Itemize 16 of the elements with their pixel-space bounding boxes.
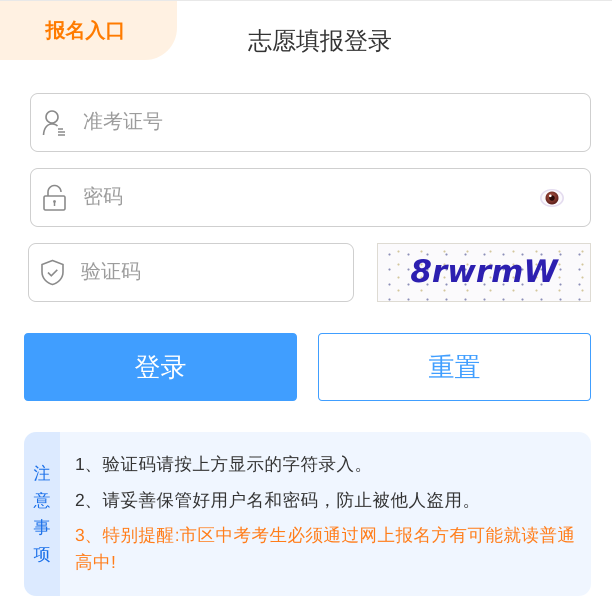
- lock-icon: [42, 184, 67, 211]
- warning-notice-text: 3、特别提醒:市区中考考生必须通过网上报名方有可能就读普通高中!: [75, 524, 577, 574]
- notice-text: 1、验证码请按上方显示的字符录入。: [75, 453, 374, 476]
- captcha-image[interactable]: 8rwrmW: [377, 243, 591, 302]
- notice-heading: 注意事项: [34, 462, 50, 566]
- password-field[interactable]: 密码: [30, 168, 591, 227]
- notice-text: 2、请妥善保管好用户名和密码，防止被他人盗用。: [75, 488, 482, 512]
- eye-icon[interactable]: [540, 188, 564, 208]
- user-icon: [42, 109, 67, 136]
- shield-icon: [40, 259, 65, 286]
- login-button[interactable]: 登录: [24, 333, 297, 401]
- reset-button[interactable]: 重置: [318, 333, 591, 401]
- entry-tab[interactable]: 报名入口: [0, 1, 177, 60]
- ticket-number-field[interactable]: 准考证号: [30, 93, 591, 152]
- page-title: 志愿填报登录: [248, 27, 392, 57]
- captcha-field[interactable]: 验证码: [28, 243, 354, 302]
